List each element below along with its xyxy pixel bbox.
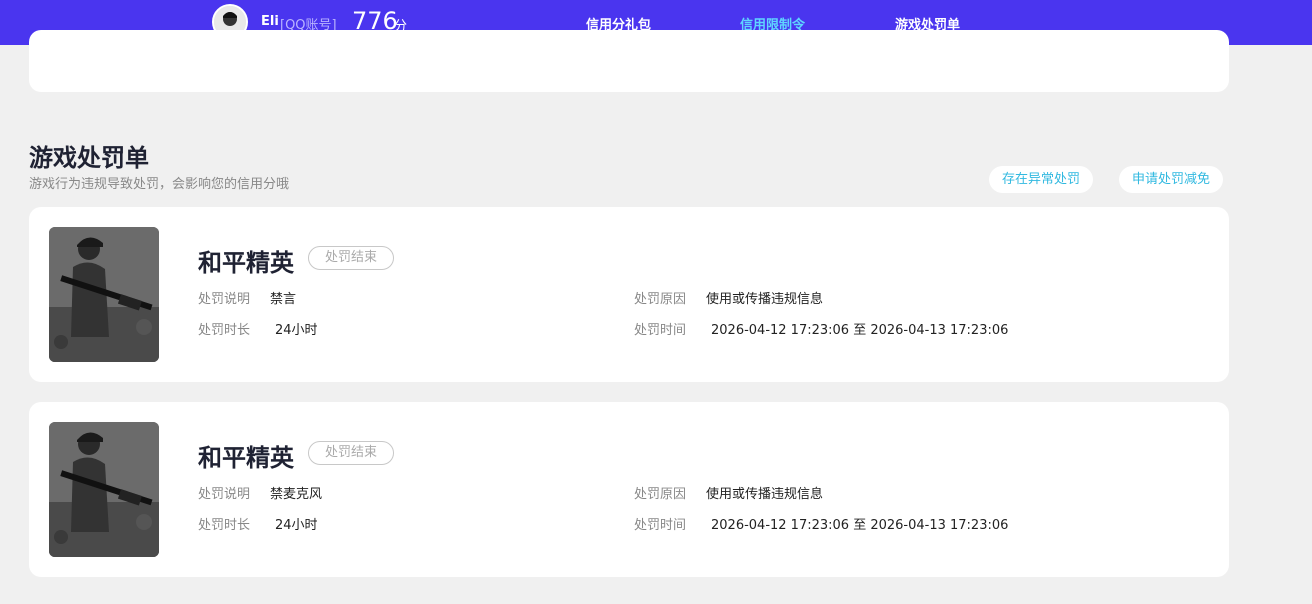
game-thumbnail <box>49 227 159 362</box>
section-title: 游戏处罚单 <box>29 144 149 172</box>
game-title: 和平精英 <box>198 249 294 277</box>
penalty-duration-value: 24小时 <box>275 323 318 338</box>
penalty-time-value: 2026-04-12 17:23:06 至 2026-04-13 17:23:0… <box>711 518 1009 533</box>
penalty-desc-label: 处罚说明 <box>198 487 251 502</box>
penalty-desc-value: 禁麦克风 <box>270 487 323 502</box>
penalty-reason-value: 使用或传播违规信息 <box>706 292 824 307</box>
penalty-duration-label: 处罚时长 <box>198 323 251 338</box>
user-name: Eli <box>261 14 279 29</box>
abnormal-penalty-button[interactable]: 存在异常处罚 <box>989 166 1094 193</box>
penalty-reason-value: 使用或传播违规信息 <box>706 487 824 502</box>
penalty-card: 和平精英 处罚结束 处罚说明 禁言 处罚原因 使用或传播违规信息 处罚时长 24… <box>29 207 1229 382</box>
restriction-card <box>29 30 1229 92</box>
penalty-duration-label: 处罚时长 <box>198 518 251 533</box>
penalty-reason-label: 处罚原因 <box>634 487 687 502</box>
status-badge: 处罚结束 <box>308 441 394 465</box>
penalty-time-label: 处罚时间 <box>634 323 687 338</box>
penalty-duration-value: 24小时 <box>275 518 318 533</box>
status-badge: 处罚结束 <box>308 246 394 270</box>
penalty-reason-label: 处罚原因 <box>634 292 687 307</box>
penalty-time-label: 处罚时间 <box>634 518 687 533</box>
penalty-card: 和平精英 处罚结束 处罚说明 禁麦克风 处罚原因 使用或传播违规信息 处罚时长 … <box>29 402 1229 577</box>
penalty-time-value: 2026-04-12 17:23:06 至 2026-04-13 17:23:0… <box>711 323 1009 338</box>
penalty-desc-value: 禁言 <box>270 292 297 307</box>
apply-reduction-button[interactable]: 申请处罚减免 <box>1119 166 1224 193</box>
section-subtitle: 游戏行为违规导致处罚，会影响您的信用分哦 <box>29 177 290 192</box>
game-thumbnail <box>49 422 159 557</box>
penalty-desc-label: 处罚说明 <box>198 292 251 307</box>
game-title: 和平精英 <box>198 444 294 472</box>
